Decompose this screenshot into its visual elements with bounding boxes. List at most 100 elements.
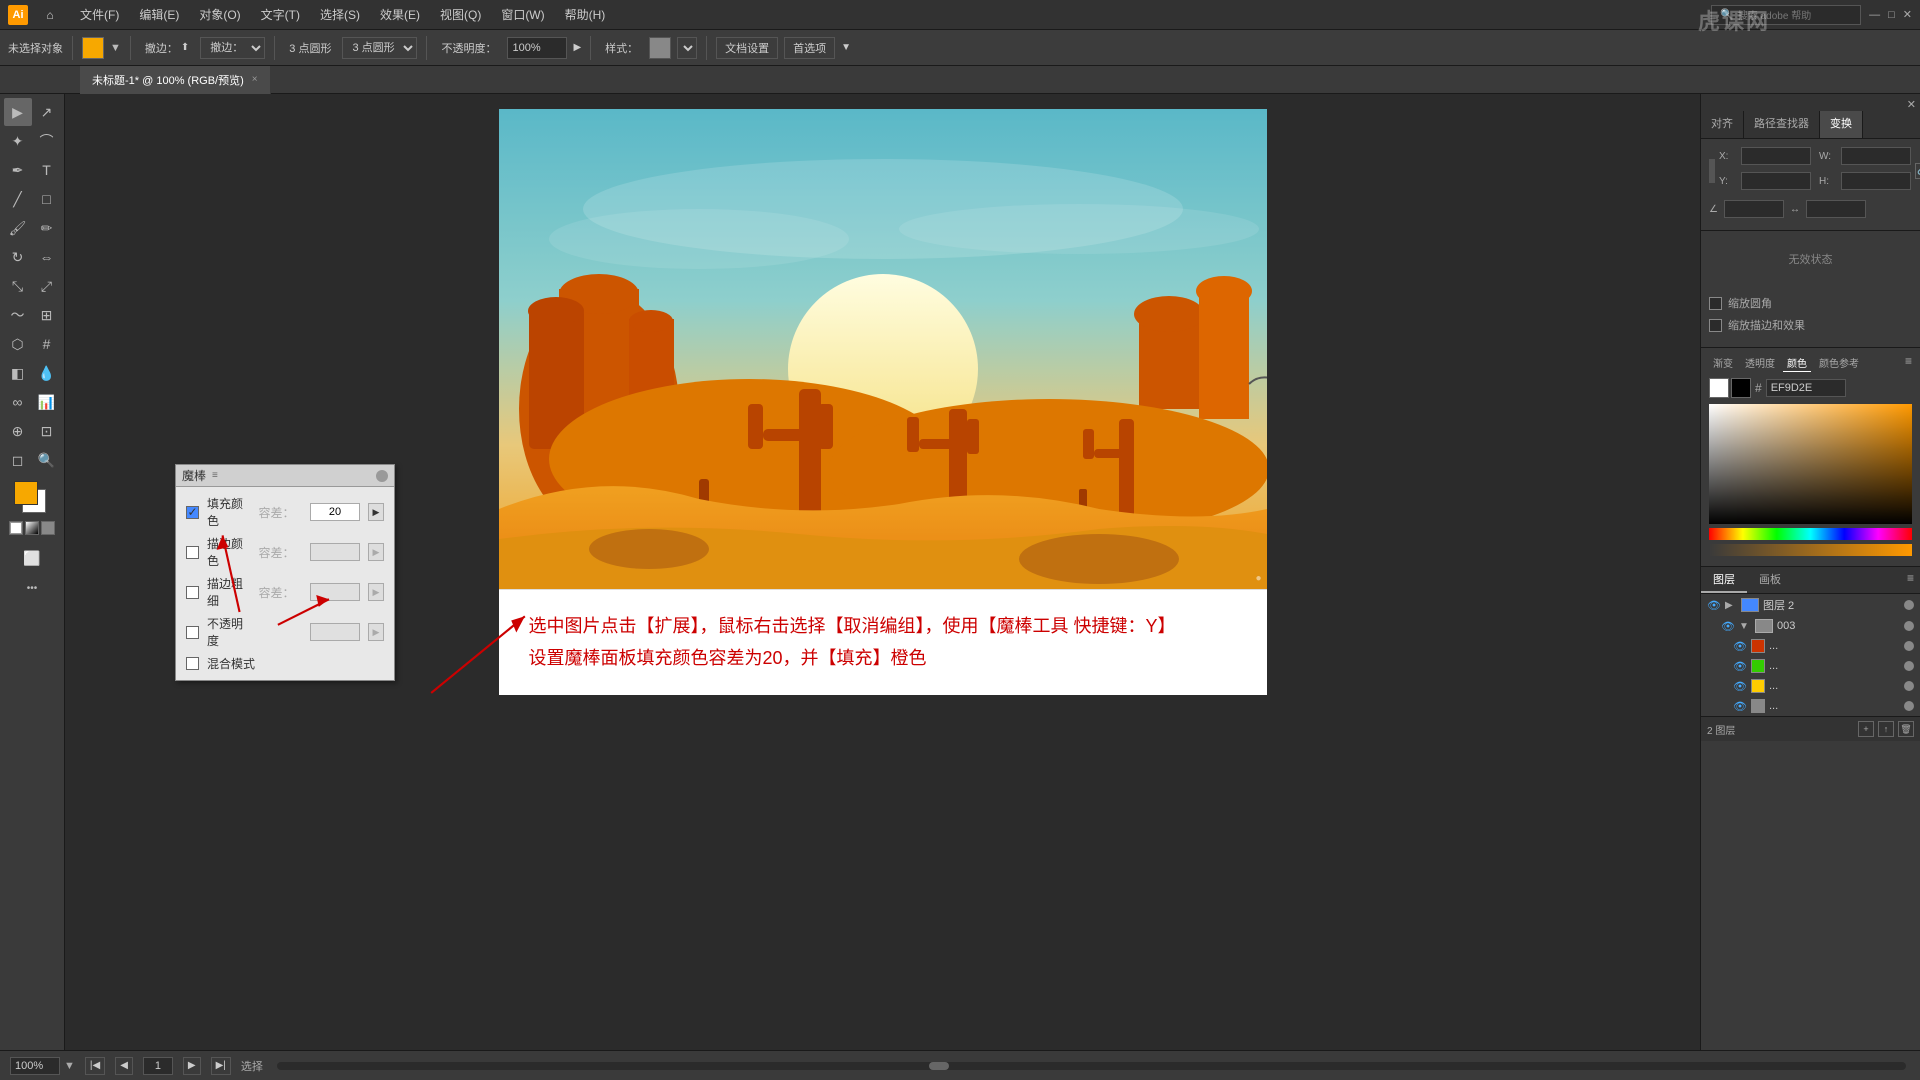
scale-tool[interactable]: ⤡ bbox=[4, 272, 32, 300]
none-swatch[interactable] bbox=[9, 521, 23, 535]
menu-view[interactable]: 视图(Q) bbox=[432, 4, 489, 25]
panel-menu-btn[interactable]: ≡ bbox=[212, 470, 218, 481]
mesh-tool[interactable]: # bbox=[33, 330, 61, 358]
white-swatch[interactable] bbox=[1709, 378, 1729, 398]
layer-dot-red[interactable] bbox=[1904, 641, 1914, 651]
opacity-arrow[interactable]: ▶ bbox=[368, 623, 384, 641]
style-swatch[interactable] bbox=[649, 37, 671, 59]
layer-delete-btn[interactable]: 🗑 bbox=[1898, 721, 1914, 737]
window-maximize[interactable]: □ bbox=[1888, 9, 1895, 21]
zoom-dropdown[interactable]: ▼ bbox=[64, 1060, 75, 1072]
hue-slider[interactable] bbox=[1709, 528, 1912, 540]
home-button[interactable]: ⌂ bbox=[38, 3, 62, 27]
layer-expand-003[interactable]: ▼ bbox=[1739, 621, 1751, 632]
menu-window[interactable]: 窗口(W) bbox=[493, 4, 552, 25]
fill-mode-selector[interactable]: ▼ bbox=[110, 42, 121, 54]
scale-stroke-checkbox[interactable] bbox=[1709, 319, 1722, 332]
warp-tool[interactable]: 〜 bbox=[4, 301, 32, 329]
reshape-tool[interactable]: ⤢ bbox=[33, 272, 61, 300]
zoom-input[interactable] bbox=[10, 1057, 60, 1075]
tab-layers[interactable]: 图层 bbox=[1701, 567, 1747, 593]
opacity-input-wand[interactable] bbox=[310, 623, 360, 641]
window-minimize[interactable]: — bbox=[1869, 9, 1880, 21]
lasso-tool[interactable]: ⌒ bbox=[33, 127, 61, 155]
shear-input[interactable] bbox=[1806, 200, 1866, 218]
next-page-btn[interactable]: ▶ bbox=[183, 1057, 201, 1075]
stroke-width-checkbox[interactable] bbox=[186, 586, 199, 599]
pen-tool[interactable]: ✒ bbox=[4, 156, 32, 184]
preferences-btn[interactable]: 首选项 bbox=[784, 37, 835, 59]
tab-transparency[interactable]: 透明度 bbox=[1741, 354, 1779, 372]
doc-settings-btn[interactable]: 文档设置 bbox=[716, 37, 778, 59]
layer-visibility-red[interactable]: 👁 bbox=[1733, 639, 1747, 653]
angle-input[interactable] bbox=[1724, 200, 1784, 218]
layer-visibility-yellow[interactable]: 👁 bbox=[1733, 679, 1747, 693]
gradient-tool[interactable]: ◧ bbox=[4, 359, 32, 387]
menu-object[interactable]: 对象(O) bbox=[191, 4, 248, 25]
document-tab[interactable]: 未标题-1* @ 100% (RGB/预览) × bbox=[80, 66, 271, 94]
black-swatch[interactable] bbox=[1731, 378, 1751, 398]
scale-corners-checkbox[interactable] bbox=[1709, 297, 1722, 310]
preferences-expand[interactable]: ▼ bbox=[841, 42, 851, 53]
eyedropper-tool[interactable]: 💧 bbox=[33, 359, 61, 387]
h-input[interactable] bbox=[1841, 172, 1911, 190]
color-picker-gradient[interactable] bbox=[1709, 404, 1912, 524]
more-tools[interactable]: ••• bbox=[18, 574, 46, 602]
tab-align[interactable]: 对齐 bbox=[1701, 111, 1744, 138]
tab-pathfinder[interactable]: 路径查找器 bbox=[1744, 111, 1820, 138]
style-selector[interactable] bbox=[677, 37, 697, 59]
gradient-swatch[interactable] bbox=[25, 521, 39, 535]
menu-select[interactable]: 选择(S) bbox=[312, 4, 368, 25]
fill-tolerance-arrow[interactable]: ▶ bbox=[368, 503, 384, 521]
tab-close-btn[interactable]: × bbox=[252, 74, 258, 85]
y-input[interactable] bbox=[1741, 172, 1811, 190]
tab-transform[interactable]: 变换 bbox=[1820, 111, 1863, 138]
paintbrush-tool[interactable]: 🖌 bbox=[4, 214, 32, 242]
prev-page-btn[interactable]: ◀ bbox=[115, 1057, 133, 1075]
horizontal-scrollbar[interactable] bbox=[277, 1062, 1906, 1070]
lock-proportions-icon[interactable]: 🔗 bbox=[1915, 163, 1920, 179]
last-page-btn[interactable]: ▶| bbox=[211, 1057, 231, 1075]
magic-wand-tool[interactable]: ✦ bbox=[4, 127, 32, 155]
menu-text[interactable]: 文字(T) bbox=[253, 4, 308, 25]
layer-dot-yellow[interactable] bbox=[1904, 681, 1914, 691]
shape-tool[interactable]: □ bbox=[33, 185, 61, 213]
pattern-swatch[interactable] bbox=[41, 521, 55, 535]
layer-expand-2[interactable]: ▶ bbox=[1725, 600, 1737, 611]
tab-artboards[interactable]: 画板 bbox=[1747, 567, 1793, 593]
page-input[interactable] bbox=[143, 1057, 173, 1075]
search-bar[interactable]: 🔍 搜索 adobe 帮助 bbox=[1711, 5, 1861, 25]
layer-dot-green[interactable] bbox=[1904, 661, 1914, 671]
menu-file[interactable]: 文件(F) bbox=[72, 4, 127, 25]
window-close[interactable]: ✕ bbox=[1903, 8, 1912, 21]
stroke-width-input[interactable] bbox=[310, 583, 360, 601]
artboard[interactable]: ● bbox=[499, 109, 1267, 589]
stroke-tolerance-input[interactable] bbox=[310, 543, 360, 561]
symbol-tool[interactable]: ⊕ bbox=[4, 417, 32, 445]
direct-selection-tool[interactable]: ↗ bbox=[33, 98, 61, 126]
stroke-tolerance-arrow[interactable]: ▶ bbox=[368, 543, 384, 561]
panel-close-btn[interactable] bbox=[376, 470, 388, 482]
fill-color-checkbox[interactable]: ✓ bbox=[186, 506, 199, 519]
layer-dot-gray[interactable] bbox=[1904, 701, 1914, 711]
menu-help[interactable]: 帮助(H) bbox=[557, 4, 614, 25]
zoom-tool[interactable]: 🔍 bbox=[33, 446, 61, 474]
blend-mode-checkbox[interactable] bbox=[186, 657, 199, 670]
slice-tool[interactable]: ⊡ bbox=[33, 417, 61, 445]
layer-item-red[interactable]: 👁 ... bbox=[1701, 636, 1920, 656]
layer-visibility-gray[interactable]: 👁 bbox=[1733, 699, 1747, 713]
layer-visibility-green[interactable]: 👁 bbox=[1733, 659, 1747, 673]
layer-item-green[interactable]: 👁 ... bbox=[1701, 656, 1920, 676]
opacity-checkbox[interactable] bbox=[186, 626, 199, 639]
first-page-btn[interactable]: |◀ bbox=[85, 1057, 105, 1075]
hex-input[interactable] bbox=[1766, 379, 1846, 397]
x-input[interactable] bbox=[1741, 147, 1811, 165]
scroll-thumb[interactable] bbox=[929, 1062, 949, 1070]
stroke-width-arrow[interactable]: ▶ bbox=[368, 583, 384, 601]
color-panel-menu[interactable]: ≡ bbox=[1905, 354, 1912, 372]
tab-gradient[interactable]: 渐变 bbox=[1709, 354, 1737, 372]
menu-effect[interactable]: 效果(E) bbox=[372, 4, 428, 25]
tab-color[interactable]: 颜色 bbox=[1783, 354, 1811, 372]
right-panel-collapse[interactable]: ✕ bbox=[1907, 98, 1916, 111]
reflect-tool[interactable]: ⇔ bbox=[33, 243, 61, 271]
